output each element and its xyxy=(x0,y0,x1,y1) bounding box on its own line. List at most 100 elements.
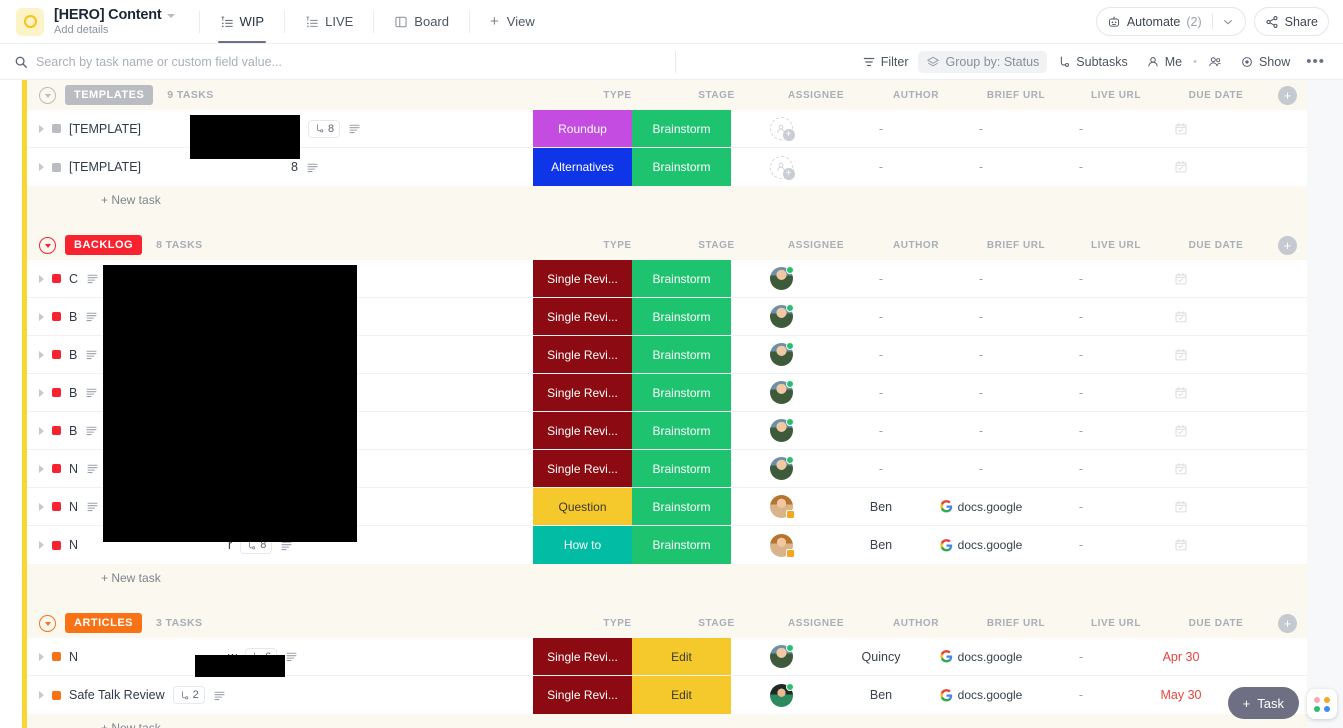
expand-task-icon[interactable] xyxy=(39,652,44,661)
calendar-icon[interactable] xyxy=(1174,160,1188,174)
due-date-cell[interactable] xyxy=(1131,526,1231,564)
add-column-button[interactable]: + xyxy=(1278,85,1297,105)
live-url-cell[interactable]: - xyxy=(1031,148,1131,186)
assignee-placeholder-icon[interactable]: + xyxy=(769,155,795,180)
expand-task-icon[interactable] xyxy=(39,124,44,133)
avatar[interactable] xyxy=(769,644,794,668)
expand-task-icon[interactable] xyxy=(39,541,44,549)
expand-task-icon[interactable] xyxy=(39,426,44,435)
status-badge[interactable] xyxy=(52,274,61,283)
avatar[interactable] xyxy=(769,380,794,404)
brief-url-link[interactable]: docs.google xyxy=(958,688,1023,702)
add-view-button[interactable]: + View xyxy=(480,0,545,43)
calendar-icon[interactable] xyxy=(1174,500,1188,514)
due-date-cell[interactable] xyxy=(1131,374,1231,411)
column-header-type[interactable]: TYPE xyxy=(568,618,667,629)
add-details-link[interactable]: Add details xyxy=(54,24,175,36)
live-url-cell[interactable]: - xyxy=(1031,110,1131,147)
chevron-down-icon[interactable] xyxy=(166,14,175,18)
stage-cell[interactable]: Brainstorm xyxy=(632,526,731,564)
author-cell[interactable]: - xyxy=(831,412,931,449)
assignee-cell[interactable] xyxy=(731,676,831,714)
column-header-stage[interactable]: STAGE xyxy=(667,618,766,629)
description-icon[interactable] xyxy=(85,348,98,361)
add-column-button[interactable]: + xyxy=(1278,235,1297,255)
avatar[interactable] xyxy=(769,682,794,707)
show-button[interactable]: Show xyxy=(1232,51,1298,73)
brief-url-link[interactable]: docs.google xyxy=(958,538,1023,552)
status-badge[interactable] xyxy=(52,388,61,397)
brief-url-cell[interactable]: docs.google xyxy=(931,526,1031,564)
brief-url-cell[interactable]: - xyxy=(931,148,1031,186)
column-header-due-date[interactable]: DUE DATE xyxy=(1166,90,1266,101)
due-date-cell[interactable] xyxy=(1131,260,1231,297)
brief-url-cell[interactable]: - xyxy=(931,110,1031,147)
add-column-button[interactable]: + xyxy=(1278,613,1297,633)
new-task-link[interactable]: + New task xyxy=(27,186,1307,214)
stage-cell[interactable]: Brainstorm xyxy=(632,110,731,147)
column-header-assignee[interactable]: ASSIGNEE xyxy=(766,240,866,251)
assignee-cell[interactable] xyxy=(731,638,831,675)
live-url-cell[interactable]: - xyxy=(1031,638,1131,675)
collapse-group-button[interactable] xyxy=(39,86,56,104)
assignee-cell[interactable] xyxy=(731,260,831,297)
author-cell[interactable]: Ben xyxy=(831,526,931,564)
column-header-brief-url[interactable]: BRIEF URL xyxy=(966,90,1066,101)
assignee-cell[interactable] xyxy=(731,298,831,335)
assignees-filter-button[interactable] xyxy=(1200,51,1230,73)
column-header-due-date[interactable]: DUE DATE xyxy=(1166,618,1266,629)
avatar[interactable] xyxy=(769,418,794,442)
assignee-cell[interactable] xyxy=(731,488,831,525)
author-cell[interactable]: Ben xyxy=(831,676,931,714)
assignee-cell[interactable]: + xyxy=(731,110,831,147)
assignee-cell[interactable] xyxy=(731,412,831,449)
calendar-icon[interactable] xyxy=(1174,386,1188,400)
type-cell[interactable]: Roundup xyxy=(533,110,632,147)
calendar-icon[interactable] xyxy=(1174,538,1188,552)
calendar-icon[interactable] xyxy=(1174,424,1188,438)
due-date-cell[interactable]: Apr 30 xyxy=(1131,638,1231,675)
calendar-icon[interactable] xyxy=(1174,310,1188,324)
group-status-badge[interactable]: ARTICLES xyxy=(65,613,142,633)
type-cell[interactable]: Single Revi... xyxy=(533,450,632,487)
search-input[interactable] xyxy=(36,50,676,73)
status-badge[interactable] xyxy=(52,162,61,172)
brief-url-cell[interactable]: - xyxy=(931,260,1031,297)
assignee-cell[interactable] xyxy=(731,526,831,564)
assignee-cell[interactable] xyxy=(731,374,831,411)
expand-task-icon[interactable] xyxy=(39,350,44,359)
brief-url-link[interactable]: docs.google xyxy=(958,650,1023,664)
brief-url-link[interactable]: docs.google xyxy=(958,500,1023,514)
stage-cell[interactable]: Brainstorm xyxy=(632,336,731,373)
status-badge[interactable] xyxy=(52,124,61,133)
brief-url-cell[interactable]: - xyxy=(931,450,1031,487)
description-icon[interactable] xyxy=(86,272,99,285)
author-cell[interactable]: - xyxy=(831,374,931,411)
stage-cell[interactable]: Edit xyxy=(632,638,731,675)
calendar-icon[interactable] xyxy=(1174,272,1188,286)
apps-grid-icon[interactable] xyxy=(1307,689,1337,719)
me-filter-button[interactable]: Me xyxy=(1138,51,1190,73)
group-by-button[interactable]: Group by: Status xyxy=(918,50,1048,73)
status-badge[interactable] xyxy=(52,540,61,550)
stage-cell[interactable]: Brainstorm xyxy=(632,412,731,449)
expand-task-icon[interactable] xyxy=(39,502,44,511)
chevron-down-icon[interactable] xyxy=(1221,15,1235,29)
type-cell[interactable]: Alternatives xyxy=(533,148,632,186)
live-url-cell[interactable]: - xyxy=(1031,412,1131,449)
type-cell[interactable]: Single Revi... xyxy=(533,298,632,335)
due-date-cell[interactable] xyxy=(1131,298,1231,335)
group-status-badge[interactable]: BACKLOG xyxy=(65,235,143,255)
calendar-icon[interactable] xyxy=(1174,348,1188,362)
subtasks-button[interactable]: Subtasks xyxy=(1049,51,1135,73)
filter-button[interactable]: Filter xyxy=(854,51,917,73)
tab-live[interactable]: LIVE xyxy=(295,0,363,43)
status-badge[interactable] xyxy=(52,350,61,359)
description-icon[interactable] xyxy=(348,122,361,135)
stage-cell[interactable]: Brainstorm xyxy=(632,260,731,297)
column-header-due-date[interactable]: DUE DATE xyxy=(1166,240,1266,251)
live-url-cell[interactable]: - xyxy=(1031,450,1131,487)
brief-url-cell[interactable]: - xyxy=(931,412,1031,449)
new-task-link[interactable]: + New task xyxy=(27,714,1307,728)
due-date-cell[interactable] xyxy=(1131,110,1231,147)
